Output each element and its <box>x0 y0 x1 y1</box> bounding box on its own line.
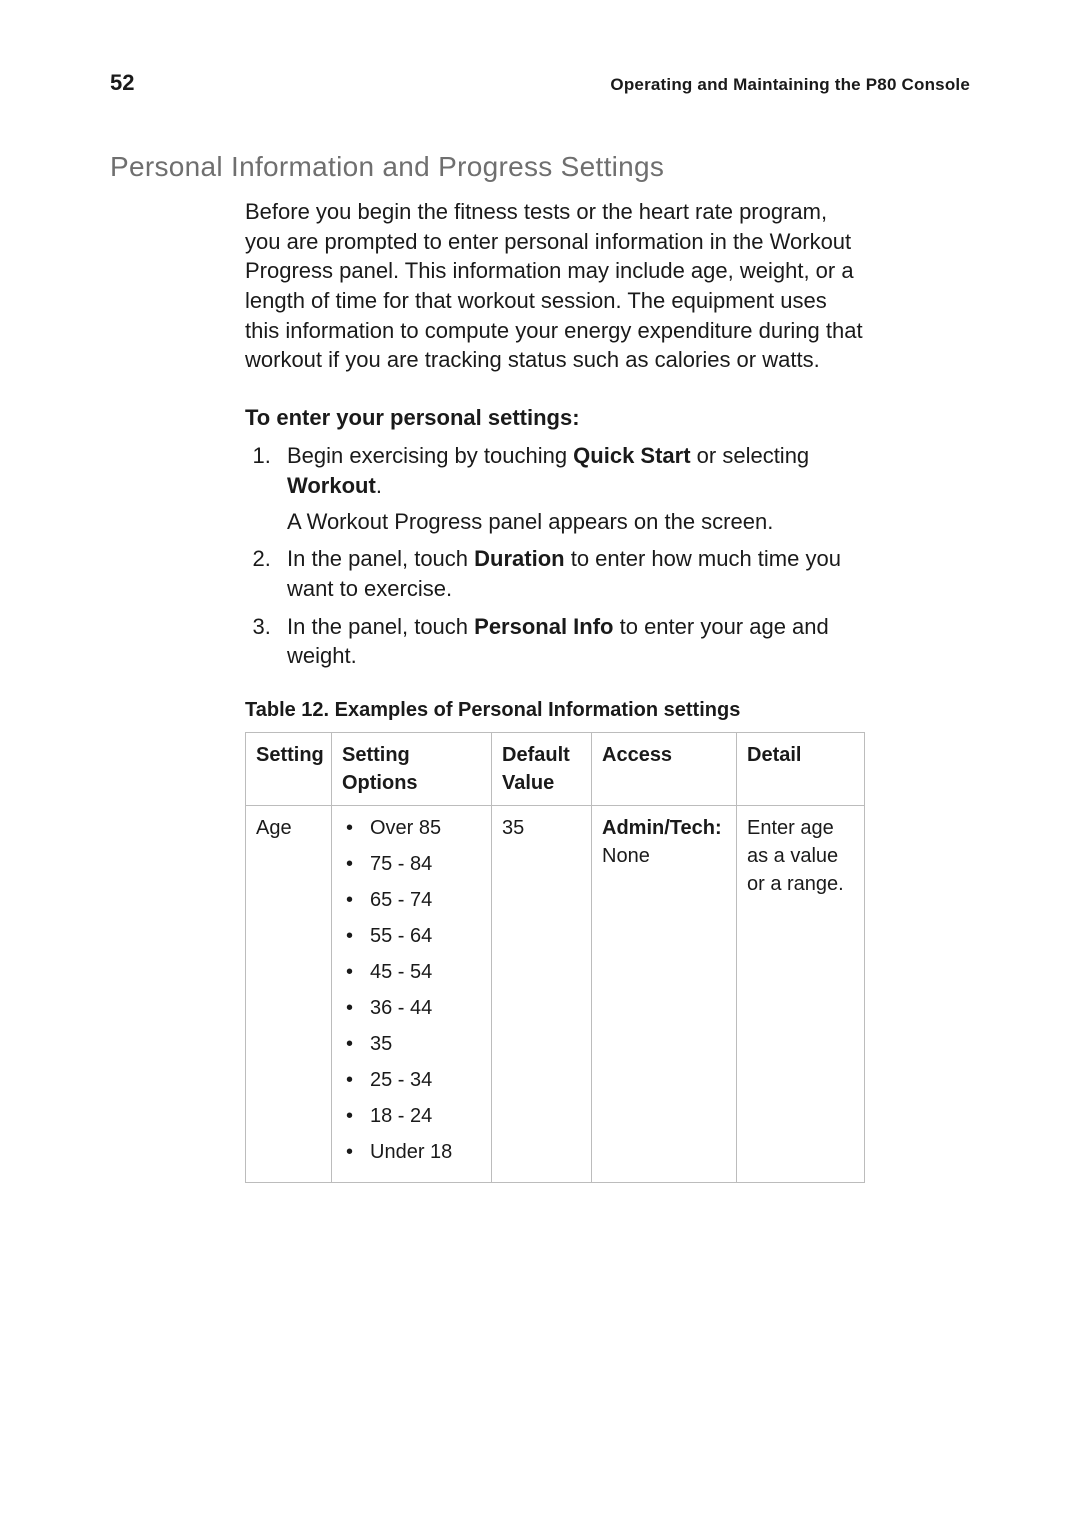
step-1-text-mid: or selecting <box>691 443 810 468</box>
running-title: Operating and Maintaining the P80 Consol… <box>610 75 970 95</box>
step-1-text-pre: Begin exercising by touching <box>287 443 573 468</box>
options-list: Over 85 75 - 84 65 - 74 55 - 64 45 - 54 … <box>342 814 481 1166</box>
step-1-text-post: . <box>376 473 382 498</box>
col-access: Access <box>592 732 737 805</box>
access-value: None <box>602 845 650 867</box>
list-item: 36 - 44 <box>342 994 481 1022</box>
list-item: 55 - 64 <box>342 922 481 950</box>
access-label: Admin/Tech: <box>602 817 722 839</box>
list-item: 65 - 74 <box>342 886 481 914</box>
col-setting-options: Setting Options <box>332 732 492 805</box>
cell-setting-options: Over 85 75 - 84 65 - 74 55 - 64 45 - 54 … <box>332 805 492 1182</box>
step-1-bold-workout: Workout <box>287 473 376 498</box>
list-item: 35 <box>342 1030 481 1058</box>
table-header-row: Setting Setting Options Default Value Ac… <box>246 732 865 805</box>
running-head: 52 Operating and Maintaining the P80 Con… <box>110 70 970 96</box>
intro-paragraph: Before you begin the fitness tests or th… <box>245 197 865 375</box>
step-1-bold-quickstart: Quick Start <box>573 443 690 468</box>
step-2: In the panel, touch Duration to enter ho… <box>277 544 865 603</box>
col-setting: Setting <box>246 732 332 805</box>
page: 52 Operating and Maintaining the P80 Con… <box>0 0 1080 1535</box>
step-3-bold-personalinfo: Personal Info <box>474 614 613 639</box>
procedure-subhead: To enter your personal settings: <box>245 405 865 431</box>
procedure-steps: Begin exercising by touching Quick Start… <box>245 441 865 671</box>
table-caption: Table 12. Examples of Personal Informati… <box>245 699 865 722</box>
list-item: Under 18 <box>342 1138 481 1166</box>
step-2-bold-duration: Duration <box>474 546 564 571</box>
cell-default-value: 35 <box>492 805 592 1182</box>
step-1: Begin exercising by touching Quick Start… <box>277 441 865 536</box>
step-2-text-pre: In the panel, touch <box>287 546 474 571</box>
step-3: In the panel, touch Personal Info to ent… <box>277 612 865 671</box>
table-row: Age Over 85 75 - 84 65 - 74 55 - 64 45 -… <box>246 805 865 1182</box>
section-title: Personal Information and Progress Settin… <box>110 151 970 183</box>
list-item: 18 - 24 <box>342 1102 481 1130</box>
table-caption-title: Examples of Personal Information setting… <box>335 699 741 721</box>
settings-table: Setting Setting Options Default Value Ac… <box>245 732 865 1183</box>
page-number: 52 <box>110 70 134 96</box>
col-default-value: Default Value <box>492 732 592 805</box>
list-item: 25 - 34 <box>342 1066 481 1094</box>
table-caption-prefix: Table 12. <box>245 699 335 721</box>
step-3-text-pre: In the panel, touch <box>287 614 474 639</box>
col-detail: Detail <box>737 732 865 805</box>
cell-access: Admin/Tech: None <box>592 805 737 1182</box>
cell-detail: Enter age as a value or a range. <box>737 805 865 1182</box>
step-1-sub: A Workout Progress panel appears on the … <box>287 507 865 537</box>
cell-setting: Age <box>246 805 332 1182</box>
body-block: Before you begin the fitness tests or th… <box>245 197 865 1183</box>
list-item: Over 85 <box>342 814 481 842</box>
list-item: 45 - 54 <box>342 958 481 986</box>
list-item: 75 - 84 <box>342 850 481 878</box>
